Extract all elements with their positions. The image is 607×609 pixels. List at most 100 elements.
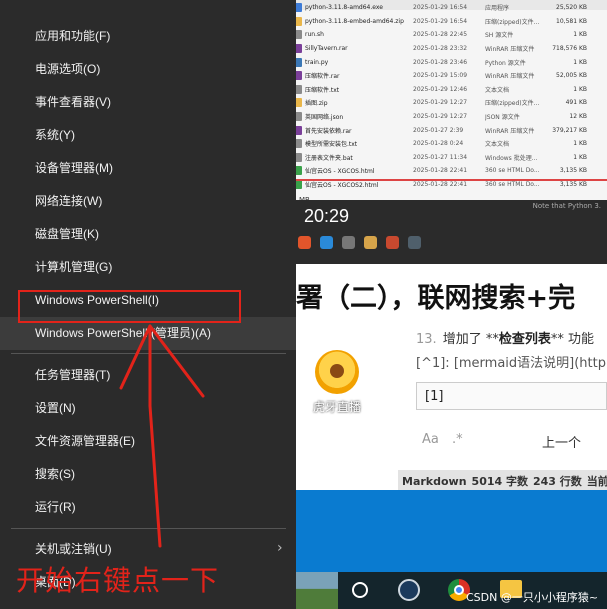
file-date: 2025-01-29 15:09: [413, 72, 468, 80]
file-name: 插图.zip: [305, 100, 328, 108]
menu-item[interactable]: 计算机管理(G): [0, 251, 296, 284]
file-size: 12 KB: [569, 113, 587, 121]
menu-item[interactable]: 应用和功能(F): [0, 20, 296, 53]
file-type: 文本文档: [485, 86, 510, 94]
file-row[interactable]: 英国网络.json 2025-01-29 12:27 JSON 源文件 12 KB: [293, 110, 607, 124]
status-current: 当前: [586, 475, 607, 488]
landscape-thumbnail-icon[interactable]: [296, 572, 338, 609]
file-name: train.py: [305, 58, 329, 66]
regex-toggle[interactable]: .*: [452, 432, 463, 447]
file-size: 1 KB: [573, 31, 587, 39]
line-text-post: ** 功能: [550, 332, 594, 347]
file-type: 压缩(zipped)文件...: [485, 18, 540, 26]
file-name: 压缩软件.rar: [305, 73, 340, 81]
file-type: 压缩(zipped)文件...: [485, 100, 540, 108]
file-type: 应用程序: [485, 5, 510, 13]
app-icon[interactable]: [386, 236, 399, 249]
menu-item[interactable]: 网络连接(W): [0, 185, 296, 218]
menu-item[interactable]: 任务管理器(T): [0, 359, 296, 392]
highlight-line: [296, 179, 607, 181]
menu-item[interactable]: 磁盘管理(K): [0, 218, 296, 251]
annotation-highlight-box: [18, 290, 241, 323]
clock-text: 20:29: [304, 206, 350, 226]
status-line-count: 243 行数: [533, 475, 582, 488]
file-date: 2025-01-27 11:34: [413, 153, 468, 161]
file-type: 360 se HTML Do...: [485, 167, 540, 175]
line-number: 13.: [416, 332, 437, 347]
file-row[interactable]: 首先安装依赖.rar 2025-01-27 2:39 WinRAR 压缩文件 379,…: [293, 123, 607, 137]
file-name: 模型所需安装包.txt: [305, 141, 358, 149]
file-date: 2025-01-27 2:39: [413, 126, 464, 134]
file-date: 2025-01-28 22:45: [413, 31, 468, 39]
file-size: 25,520 KB: [556, 4, 587, 12]
app-icon[interactable]: [364, 236, 377, 249]
file-row[interactable]: python-3.11.8-amd64.exe 2025-01-29 16:54 应…: [293, 1, 607, 15]
note-text: Note that Python 3.: [532, 202, 601, 210]
file-size: 1 KB: [573, 153, 587, 161]
file-size: 718,576 KB: [552, 45, 587, 53]
menu-item[interactable]: 搜索(S): [0, 458, 296, 491]
file-date: 2025-01-29 16:54: [413, 4, 468, 12]
file-date: 2025-01-28 0:24: [413, 140, 464, 148]
file-name: python-3.11.8-embed-amd64.zip: [305, 17, 404, 25]
file-type: WinRAR 压缩文件: [485, 46, 535, 54]
mini-icon-row: [298, 236, 421, 249]
app-icon[interactable]: [320, 236, 333, 249]
file-row[interactable]: 压缩软件.txt 2025-01-29 12:46 文本文档 1 KB: [293, 83, 607, 97]
menu-item[interactable]: 系统(Y): [0, 119, 296, 152]
find-input[interactable]: [1]: [416, 382, 607, 410]
app-icon[interactable]: [298, 236, 311, 249]
file-type: Windows 批处理...: [485, 154, 538, 162]
file-row[interactable]: 插图.zip 2025-01-29 12:27 压缩(zipped)文件... 491…: [293, 96, 607, 110]
file-type: Python 源文件: [485, 59, 526, 67]
file-row[interactable]: SillyTavern.rar 2025-01-28 23:32 WinRAR 压缩…: [293, 42, 607, 56]
line-text-pre: 增加了 **: [442, 332, 499, 347]
file-size: 10,581 KB: [556, 17, 587, 25]
file-date: 2025-01-29 16:54: [413, 17, 468, 25]
file-date: 2025-01-28 22:41: [413, 181, 468, 189]
menu-separator: [11, 353, 286, 354]
file-name: SillyTavern.rar: [305, 45, 348, 53]
file-name: python-3.11.8-amd64.exe: [305, 4, 383, 12]
menu-item[interactable]: 运行(R): [0, 491, 296, 524]
file-name: 英国网络.json: [305, 114, 344, 122]
menu-item[interactable]: 设备管理器(M): [0, 152, 296, 185]
file-row[interactable]: 压缩软件.rar 2025-01-29 15:09 WinRAR 压缩文件 52,00…: [293, 69, 607, 83]
file-size: 3,135 KB: [559, 167, 587, 175]
annotation-text: 开始右键点一下: [16, 564, 220, 597]
file-size: 1 KB: [573, 85, 587, 93]
file-row[interactable]: 模型所需安装包.txt 2025-01-28 0:24 文本文档 1 KB: [293, 137, 607, 151]
file-size: 379,217 KB: [552, 126, 587, 134]
file-size: 1 KB: [573, 58, 587, 66]
file-type: WinRAR 压缩文件: [485, 127, 535, 135]
app-icon[interactable]: [408, 236, 421, 249]
dark-app-strip: 20:29 Note that Python 3.: [296, 200, 607, 264]
menu-item[interactable]: 事件查看器(V): [0, 86, 296, 119]
file-row[interactable]: train.py 2025-01-28 23:46 Python 源文件 1 KB: [293, 55, 607, 69]
menu-item[interactable]: 文件资源管理器(E): [0, 425, 296, 458]
file-row[interactable]: 注册表文件夹.bat 2025-01-27 11:34 Windows 批处理...…: [293, 151, 607, 165]
menu-item[interactable]: 设置(N): [0, 392, 296, 425]
file-size: 52,005 KB: [556, 72, 587, 80]
find-previous-button[interactable]: 上一个: [542, 432, 581, 451]
steam-icon[interactable]: [398, 579, 420, 601]
editor-line-13: 13. 增加了 **检查列表** 功能: [416, 328, 594, 347]
file-row[interactable]: run.sh 2025-01-28 22:45 SH 源文件 1 KB: [293, 28, 607, 42]
file-size: 491 KB: [565, 99, 587, 107]
cortana-circle-icon[interactable]: [352, 582, 368, 598]
file-row[interactable]: 仙宫云OS - XGCOS.html 2025-01-28 22:41 360 se…: [293, 164, 607, 178]
file-date: 2025-01-28 23:46: [413, 58, 468, 66]
file-type: SH 源文件: [485, 32, 514, 40]
app-icon[interactable]: [342, 236, 355, 249]
file-row[interactable]: python-3.11.8-embed-amd64.zip 2025-01-29 …: [293, 15, 607, 29]
file-list: python-3.11.8-amd64.exe 2025-01-29 16:54 应…: [293, 0, 607, 191]
file-name: run.sh: [305, 31, 324, 39]
editor-heading: 署（二），联网搜索+完: [296, 283, 576, 314]
desktop-shortcut-huya[interactable]: 虎牙直播: [307, 350, 367, 415]
menu-separator: [11, 528, 286, 529]
file-type: 文本文档: [485, 141, 510, 149]
file-name: 首先安装依赖.rar: [305, 127, 352, 135]
match-case-toggle[interactable]: Aa: [422, 432, 439, 447]
menu-item[interactable]: 电源选项(O): [0, 53, 296, 86]
file-size: 3,135 KB: [559, 181, 587, 189]
